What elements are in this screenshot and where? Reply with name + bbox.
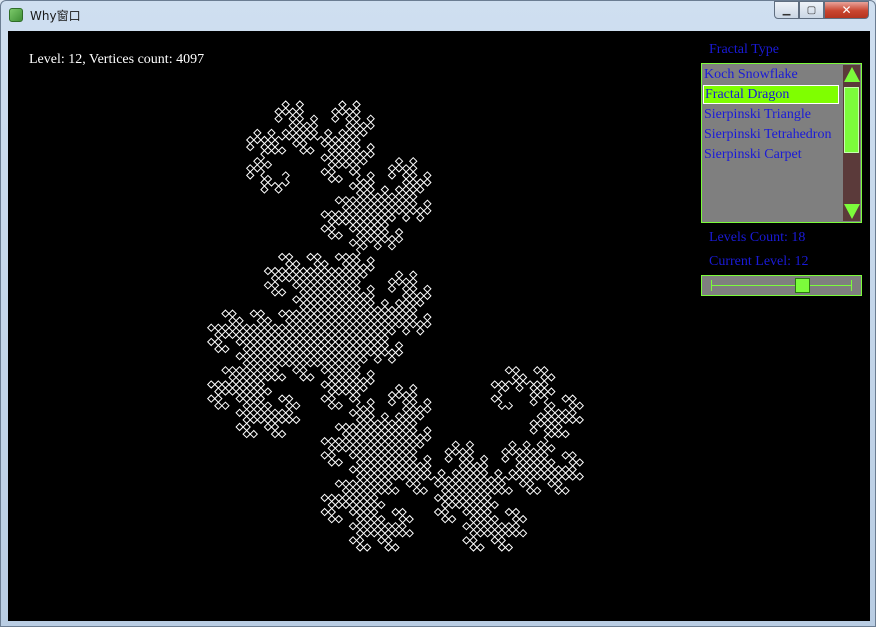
app-icon [9,8,23,22]
title-bar[interactable]: Why窗口 ▁ ▢ ✕ [1,1,875,29]
window-title: Why窗口 [30,9,81,23]
levels-count-label: Levels Count: 18 [709,230,806,245]
fractal-dragon-curve [206,100,585,552]
scroll-thumb[interactable] [844,87,859,153]
list-item-sierpinski-tetrahedron[interactable]: Sierpinski Tetrahedron [703,125,839,144]
list-item-sierpinski-carpet[interactable]: Sierpinski Carpet [703,145,839,164]
maximize-button[interactable]: ▢ [799,1,824,19]
current-level-slider[interactable] [701,275,862,296]
scroll-down-icon[interactable] [844,204,860,219]
app-window: Why窗口 ▁ ▢ ✕ Level: 12, Vertices count: 4… [0,0,876,627]
slider-max-tick [851,280,852,291]
caption-buttons: ▁ ▢ ✕ [774,1,869,20]
current-level-label: Current Level: 12 [709,254,809,269]
fractal-type-label: Fractal Type [709,42,779,57]
level-info-text: Level: 12, Vertices count: 4097 [29,52,205,67]
list-item-sierpinski-triangle[interactable]: Sierpinski Triangle [703,105,839,124]
listbox-scrollbar[interactable] [843,65,860,221]
close-button[interactable]: ✕ [824,1,869,19]
slider-min-tick [711,280,712,291]
minimize-icon: ▁ [782,4,791,16]
fractal-type-listbox[interactable]: Koch Snowflake Fractal Dragon Sierpinski… [701,63,862,223]
render-canvas[interactable]: Level: 12, Vertices count: 4097 Fractal … [8,31,870,621]
slider-knob[interactable] [795,278,811,293]
close-icon: ✕ [841,3,852,17]
scroll-up-icon[interactable] [844,67,860,82]
minimize-button[interactable]: ▁ [774,1,799,19]
list-item-koch-snowflake[interactable]: Koch Snowflake [703,65,839,84]
maximize-icon: ▢ [806,4,817,16]
slider-track [711,285,852,286]
list-item-fractal-dragon[interactable]: Fractal Dragon [703,85,839,104]
